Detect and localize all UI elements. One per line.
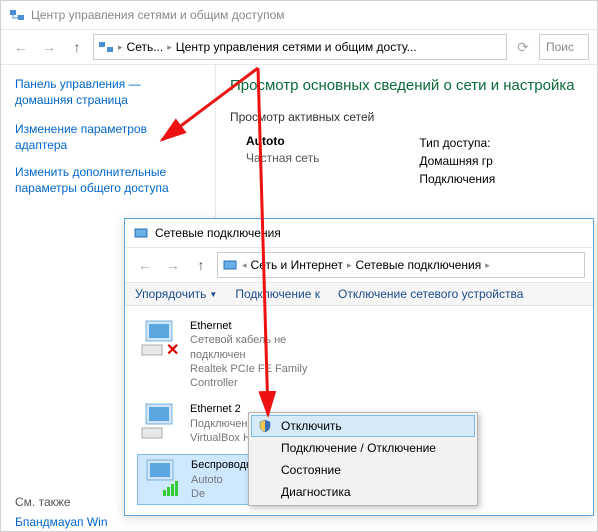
window2-toolbar: Упорядочить ▼ Подключение к Отключение с… <box>125 283 593 306</box>
chevron-icon: ◂ <box>242 260 247 271</box>
homegroup-label: Домашняя гр <box>419 152 495 170</box>
connections-label: Подключения <box>419 170 495 188</box>
window1-navbar: ← → ↑ ▸ Сеть... ▸ Центр управления сетям… <box>1 30 597 65</box>
connection-name: Ethernet <box>190 319 334 333</box>
search-input[interactable]: Поис <box>539 34 589 60</box>
address-icon <box>222 257 238 273</box>
access-type-label: Тип доступа: <box>419 134 495 152</box>
address-icon <box>98 39 114 55</box>
chevron-icon: ▸ <box>118 42 123 53</box>
chevron-icon: ▸ <box>167 42 172 53</box>
connect-to-button[interactable]: Подключение к <box>235 287 320 301</box>
chevron-down-icon: ▼ <box>209 290 217 299</box>
window2-navbar: ← → ↑ ◂ Сеть и Интернет ▸ Сетевые подклю… <box>125 248 593 283</box>
network-connections-icon <box>133 225 149 241</box>
window2-titlebar: Сетевые подключения <box>125 219 593 248</box>
connection-item[interactable]: ✕ Ethernet Сетевой кабель не подключен R… <box>137 316 337 393</box>
forward-button: → <box>37 35 61 59</box>
main-heading: Просмотр основных сведений о сети и наст… <box>230 77 597 94</box>
network-type: Частная сеть <box>246 151 319 165</box>
network-name: Autoto <box>246 134 319 148</box>
firewall-link[interactable]: Бпандмауап Win <box>15 515 583 529</box>
disable-device-button[interactable]: Отключение сетевого устройства <box>338 287 523 301</box>
breadcrumb-current[interactable]: Центр управления сетями и общим досту... <box>176 40 417 54</box>
up-button[interactable]: ↑ <box>65 35 89 59</box>
menu-diagnostics[interactable]: Диагностика <box>251 481 475 503</box>
back-button[interactable]: ← <box>133 253 157 277</box>
breadcrumb-conn[interactable]: Сетевые подключения <box>355 258 481 272</box>
window1-titlebar: Центр управления сетями и общим доступом <box>1 1 597 30</box>
active-networks-label: Просмотр активных сетей <box>230 110 597 124</box>
ethernet-icon: ✕ <box>140 319 182 359</box>
forward-button: → <box>161 253 185 277</box>
organize-menu[interactable]: Упорядочить ▼ <box>135 287 217 301</box>
chevron-icon: ▸ <box>485 260 490 271</box>
network-center-icon <box>9 7 25 23</box>
svg-text:✕: ✕ <box>166 342 179 359</box>
breadcrumb-net[interactable]: Сеть и Интернет <box>251 258 343 272</box>
connection-driver: Realtek PCIe FE Family Controller <box>190 362 334 391</box>
address-bar[interactable]: ◂ Сеть и Интернет ▸ Сетевые подключения … <box>217 252 585 278</box>
up-button[interactable]: ↑ <box>189 253 213 277</box>
address-bar[interactable]: ▸ Сеть... ▸ Центр управления сетями и об… <box>93 34 507 60</box>
adapter-settings-link[interactable]: Изменение параметров адаптера <box>15 122 201 153</box>
ethernet-icon <box>140 402 182 442</box>
window2-title: Сетевые подключения <box>155 226 281 240</box>
context-menu: Отключить Подключение / Отключение Состо… <box>248 412 478 506</box>
shield-icon <box>258 419 272 433</box>
menu-status[interactable]: Состояние <box>251 459 475 481</box>
window1-title: Центр управления сетями и общим доступом <box>31 8 285 22</box>
connection-status: Сетевой кабель не подключен <box>190 333 334 362</box>
breadcrumb-root[interactable]: Сеть... <box>127 40 164 54</box>
advanced-sharing-link[interactable]: Изменить дополнительные параметры общего… <box>15 165 201 196</box>
back-button[interactable]: ← <box>9 35 33 59</box>
refresh-button[interactable]: ⟳ <box>511 35 535 59</box>
wifi-icon <box>141 458 183 498</box>
chevron-icon: ▸ <box>347 260 352 271</box>
menu-disable[interactable]: Отключить <box>251 415 475 437</box>
menu-connect-disconnect[interactable]: Подключение / Отключение <box>251 437 475 459</box>
control-panel-home-link[interactable]: Панель управления — домашняя страница <box>15 77 201 108</box>
